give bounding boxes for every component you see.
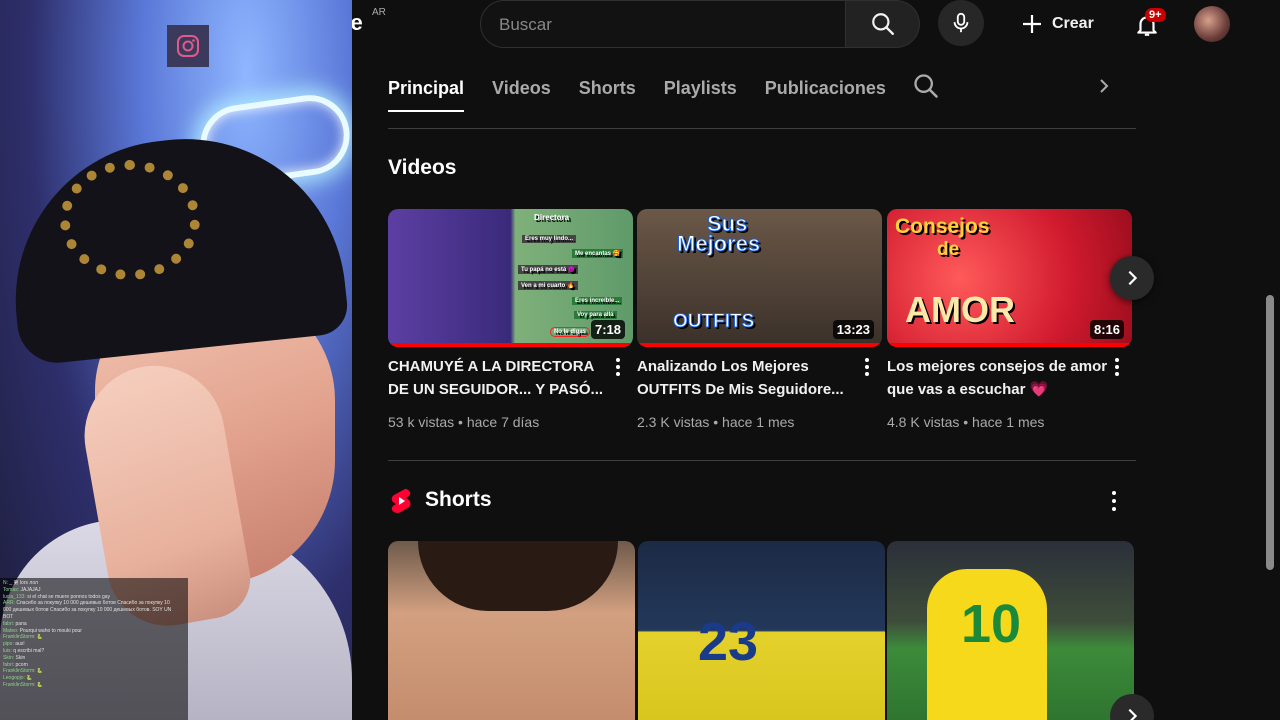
tab-principal[interactable]: Principal <box>388 64 465 112</box>
chat-line: Mateo: Pourqui waho to mouki pour <box>3 627 82 634</box>
thumb-text: Consejos <box>895 215 990 238</box>
video-title[interactable]: Los mejores consejos de amor que vas a e… <box>887 355 1109 401</box>
more-options-icon[interactable] <box>863 357 871 377</box>
shorts-icon <box>391 488 411 513</box>
create-button[interactable]: Crear <box>1014 4 1106 44</box>
video-duration: 8:16 <box>1089 320 1124 339</box>
instagram-icon <box>167 25 209 67</box>
plus-icon <box>1023 15 1041 33</box>
section-divider <box>388 128 1136 129</box>
chat-line: Skin: Skin <box>3 654 26 661</box>
shorts-section-title[interactable]: Shorts <box>425 488 492 512</box>
short-hair <box>418 541 618 611</box>
chat-line: Tomas: JAJAJAJ <box>3 586 41 593</box>
chat-line: Leogopjo: 🐍 <box>3 675 33 682</box>
chat-line: FranklinStorm: 🐍 <box>3 668 44 675</box>
microphone-icon <box>953 12 969 33</box>
chat-line: pipo: aus! <box>3 641 25 648</box>
section-divider <box>388 460 1136 461</box>
short-thumbnail[interactable] <box>388 541 635 720</box>
video-title[interactable]: CHAMUYÉ A LA DIRECTORA DE UN SEGUIDOR...… <box>388 355 610 401</box>
video-duration: 13:23 <box>832 320 874 339</box>
videos-section-title[interactable]: Videos <box>388 156 456 180</box>
chat-line: lucia_133: si el chat se muere ponnos to… <box>3 593 111 600</box>
stream-chat: N: _ 第 lors лол Tomas: JAJAJAJ lucia_133… <box>0 578 188 720</box>
thumb-text: Directora <box>534 213 570 222</box>
video-card[interactable]: Directora Eres muy lindo... Me encantas … <box>388 209 633 430</box>
chat-line: fabri: pana <box>3 620 27 627</box>
video-thumbnail[interactable]: Consejos de AMOR 8:16 <box>887 209 1132 347</box>
tab-shorts[interactable]: Shorts <box>579 64 636 112</box>
youtube-logo[interactable]: be <box>352 10 363 36</box>
short-thumbnail[interactable]: 10 <box>887 541 1134 720</box>
thumb-text: Mejores <box>676 231 761 257</box>
channel-search-icon[interactable] <box>912 72 940 100</box>
notification-count-badge: 9+ <box>1145 8 1166 22</box>
carousel-next-button[interactable] <box>1110 256 1154 300</box>
more-options-icon[interactable] <box>1113 357 1121 377</box>
chevron-right-icon <box>1128 708 1138 720</box>
more-options-icon[interactable] <box>1110 490 1118 512</box>
voice-search-button[interactable] <box>938 0 984 46</box>
video-meta: 4.8 K vistas • hace 1 mes <box>887 414 1045 430</box>
video-card[interactable]: Sus Mejores OUTFITS 13:23 Analizando Los… <box>637 209 882 430</box>
streamer-webcam: N: _ 第 lors лол Tomas: JAJAJAJ lucia_133… <box>0 0 352 720</box>
thumb-text: Eres muy lindo... <box>522 235 577 243</box>
thumb-text: Tu papá no está 😈 <box>518 265 579 274</box>
watched-progress-bar <box>388 343 633 347</box>
tab-videos[interactable]: Videos <box>492 64 551 112</box>
chat-line: FranklinStorm: 🐍 <box>3 634 44 641</box>
account-avatar[interactable] <box>1194 6 1230 42</box>
chat-line: luis: q escribi mal? <box>3 647 45 654</box>
chat-line: 000 дешевых ботов Спасибо за покупку 10 … <box>3 607 172 614</box>
chevron-right-icon[interactable] <box>1096 76 1112 96</box>
search-icon <box>871 13 894 35</box>
more-options-icon[interactable] <box>614 357 622 377</box>
thumb-text: AMOR <box>905 289 1015 330</box>
video-meta: 2.3 K vistas • hace 1 mes <box>637 414 795 430</box>
video-card[interactable]: Consejos de AMOR 8:16 Los mejores consej… <box>887 209 1132 430</box>
thumb-text: Ven a mi cuarto 🔥 <box>518 281 578 290</box>
short-jersey-number: 23 <box>698 612 759 672</box>
page-scrollbar[interactable] <box>1266 295 1274 570</box>
video-title[interactable]: Analizando Los Mejores OUTFITS De Mis Se… <box>637 355 859 401</box>
chat-line: fabri: pcom <box>3 661 28 668</box>
screen: N: _ 第 lors лол Tomas: JAJAJAJ lucia_133… <box>0 0 1280 720</box>
thumb-text: OUTFITS <box>672 311 755 333</box>
create-label: Crear <box>1052 15 1094 32</box>
video-duration: 7:18 <box>590 320 625 339</box>
thumb-text: Eres increíble... <box>572 297 623 305</box>
video-meta: 53 k vistas • hace 7 días <box>388 414 540 430</box>
video-thumbnail[interactable]: Sus Mejores OUTFITS 13:23 <box>637 209 882 347</box>
chat-line: BOT <box>3 613 14 620</box>
chat-line: ARR: Спасибо за покупку 10 000 дешевых б… <box>3 600 170 607</box>
chat-line: N: _ 第 lors лол <box>3 580 38 586</box>
watched-progress-bar <box>637 343 882 347</box>
chevron-right-icon <box>1128 270 1138 286</box>
thumb-text: Me encantas 🥰 <box>572 249 624 258</box>
search-button[interactable] <box>846 0 920 48</box>
top-bar: be AR Buscar Crear 9+ <box>352 0 1280 56</box>
video-thumbnail[interactable]: Directora Eres muy lindo... Me encantas … <box>388 209 633 347</box>
cap-embroidery <box>60 160 200 280</box>
thumb-text: Voy para allá <box>574 311 617 319</box>
short-thumbnail[interactable]: 23 <box>638 541 885 720</box>
thumb-text: de <box>937 239 960 260</box>
tab-publicaciones[interactable]: Publicaciones <box>765 64 886 112</box>
country-code: AR <box>372 7 386 18</box>
thumb-text: No le digas <box>550 327 591 337</box>
chat-line: FranklinStorm: 🐍 <box>3 681 44 688</box>
short-jersey-number: 10 <box>961 594 1022 654</box>
youtube-channel-page: be AR Buscar Crear 9+ Principal <box>352 0 1280 720</box>
search-input[interactable]: Buscar <box>499 15 552 35</box>
search-box[interactable]: Buscar <box>480 0 846 48</box>
tab-playlists[interactable]: Playlists <box>664 64 737 112</box>
channel-tabs: Principal Videos Shorts Playlists Public… <box>388 64 886 112</box>
watched-progress-bar <box>887 343 1132 347</box>
